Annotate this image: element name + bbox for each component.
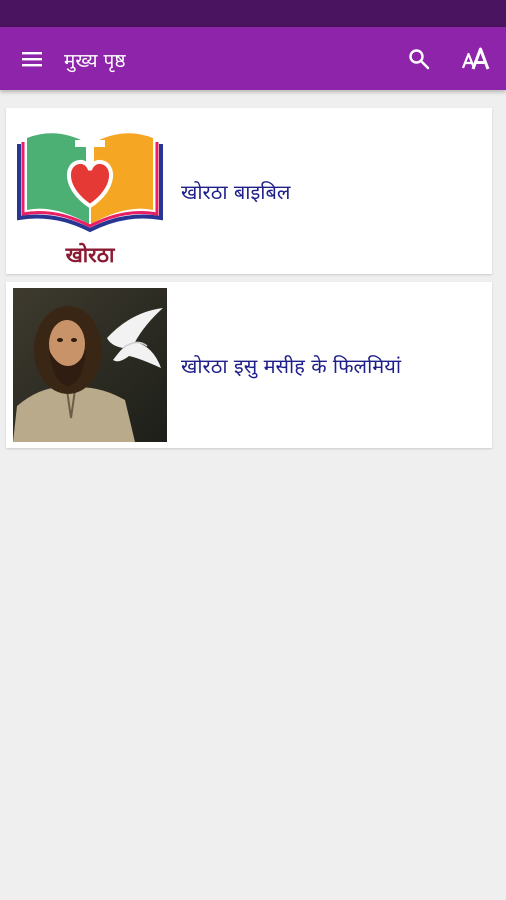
jesus-film-thumbnail: [13, 288, 167, 442]
search-icon: [409, 48, 430, 69]
item-title: खोरठा इसु मसीह के फिलमियां: [181, 353, 402, 378]
font-size-icon: [462, 47, 490, 70]
app-bar: मुख्य पृष्ठ: [0, 27, 506, 90]
item-list: खोरठा खोरठा बाइबिल खोरठा इसु मसीह के फिल…: [0, 90, 506, 448]
item-title: खोरठा बाइबिल: [181, 179, 291, 204]
list-item-film[interactable]: खोरठा इसु मसीह के फिलमियां: [6, 282, 492, 448]
bible-heart-logo: खोरठा: [17, 130, 163, 267]
search-button[interactable]: [390, 27, 448, 90]
status-bar: [0, 0, 506, 27]
page-title: मुख्य पृष्ठ: [64, 49, 126, 72]
logo-text: खोरठा: [65, 242, 116, 267]
font-size-button[interactable]: [448, 27, 506, 90]
menu-button[interactable]: [0, 27, 64, 90]
menu-icon: [22, 51, 42, 66]
list-item-bible[interactable]: खोरठा खोरठा बाइबिल: [6, 108, 492, 274]
